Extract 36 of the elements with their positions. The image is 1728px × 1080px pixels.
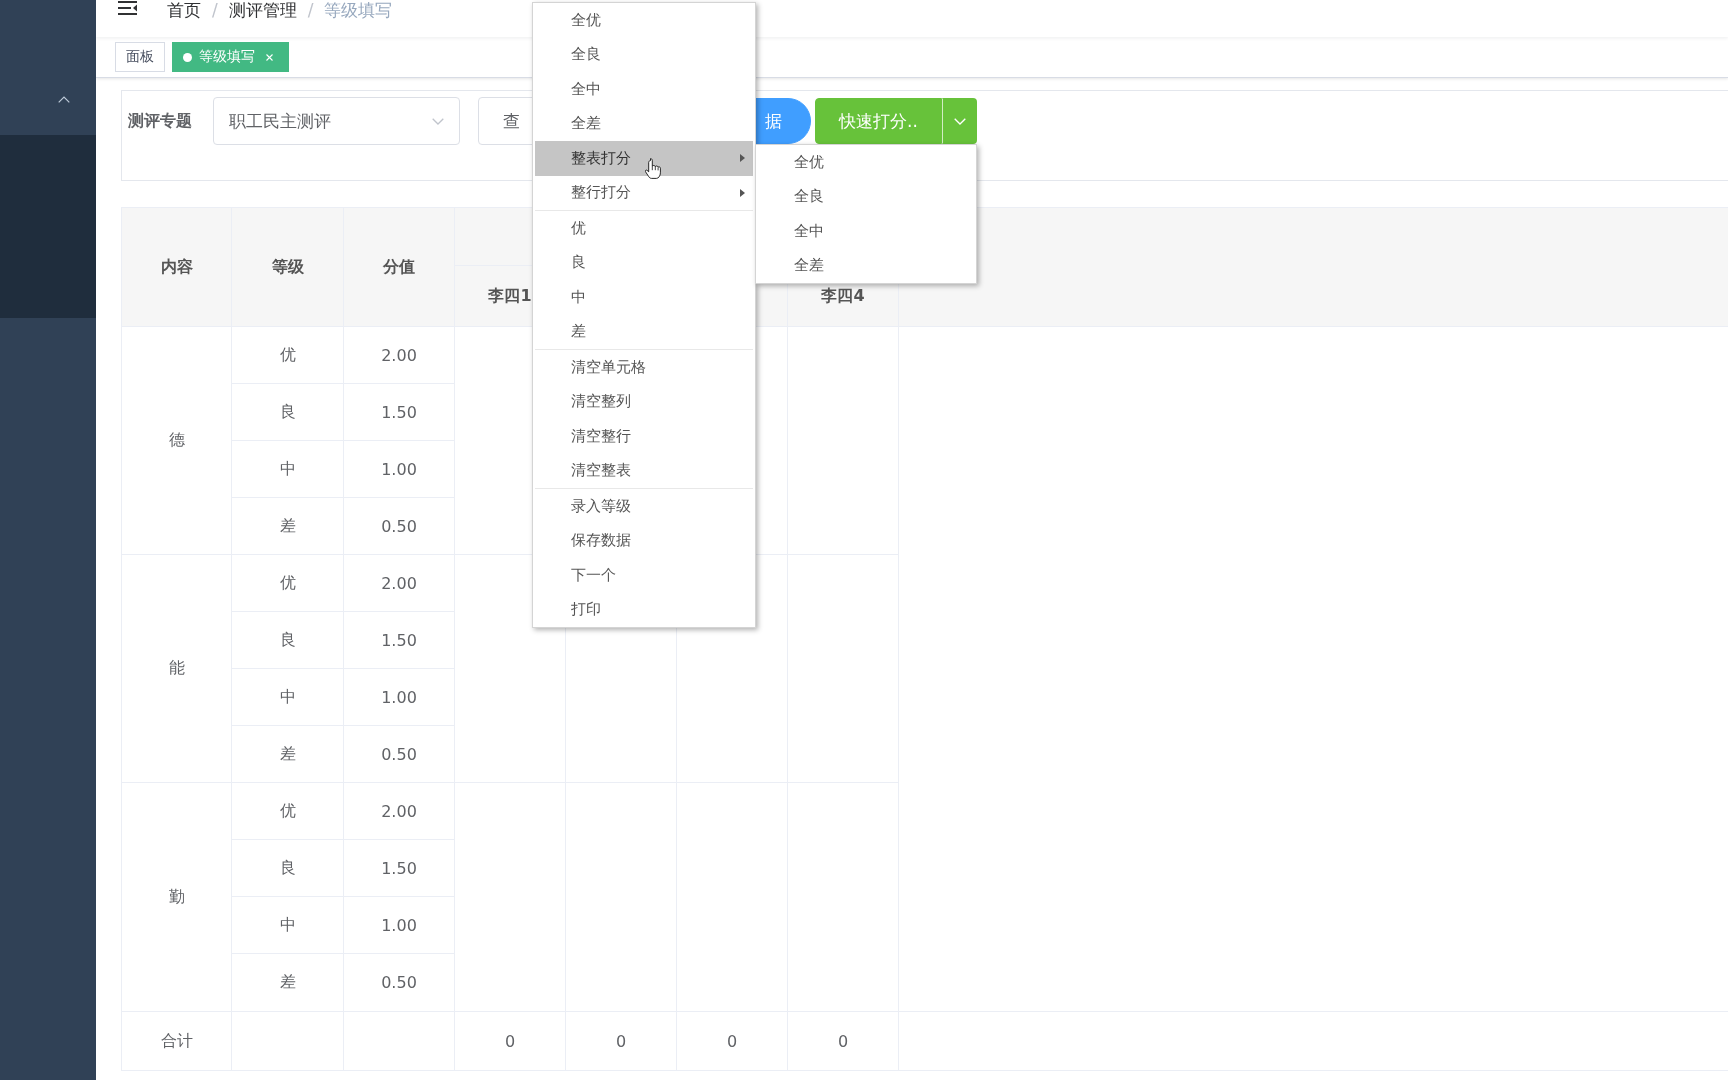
table-cell: 0.50: [344, 498, 455, 555]
table-cell: 2.00: [344, 555, 455, 612]
table-cell: 1.00: [344, 441, 455, 498]
table-cell: 0: [677, 1012, 788, 1070]
breadcrumb-current: 等级填写: [324, 0, 393, 20]
table-cell: 德: [122, 327, 232, 555]
field-label: 测评专题: [128, 110, 192, 132]
table-cell: 1.50: [344, 840, 455, 897]
table-cell: 优: [232, 555, 344, 612]
table-cell: 合计: [122, 1012, 232, 1070]
table-cell: 差: [232, 498, 344, 555]
table-cell: 1.00: [344, 897, 455, 954]
column-header: 分值: [344, 208, 455, 326]
table-cell: 能: [122, 555, 232, 783]
table-cell: 0.50: [344, 726, 455, 783]
table-cell: 中: [232, 441, 344, 498]
breadcrumb-separator: /: [307, 0, 314, 20]
column-header: 内容: [122, 208, 232, 326]
table-cell: 优: [232, 783, 344, 840]
table-cell: 1.50: [344, 612, 455, 669]
table-cell: 0: [788, 1012, 899, 1070]
breadcrumb-separator: /: [212, 0, 218, 20]
table-cell: 1.50: [344, 384, 455, 441]
table-cell: 差: [232, 726, 344, 783]
table-cell: 优: [232, 327, 344, 384]
table-cell: 0: [455, 1012, 566, 1070]
table-cell: 中: [232, 669, 344, 726]
column-header: 等级: [232, 208, 344, 326]
table-cell: 良: [232, 612, 344, 669]
table-cell: 良: [232, 840, 344, 897]
table-cell: 2.00: [344, 327, 455, 384]
table-cell: 0: [566, 1012, 677, 1070]
table-cell: 1.00: [344, 669, 455, 726]
table-cell: 中: [232, 897, 344, 954]
table-cell: 2.00: [344, 783, 455, 840]
table-cell: 良: [232, 384, 344, 441]
